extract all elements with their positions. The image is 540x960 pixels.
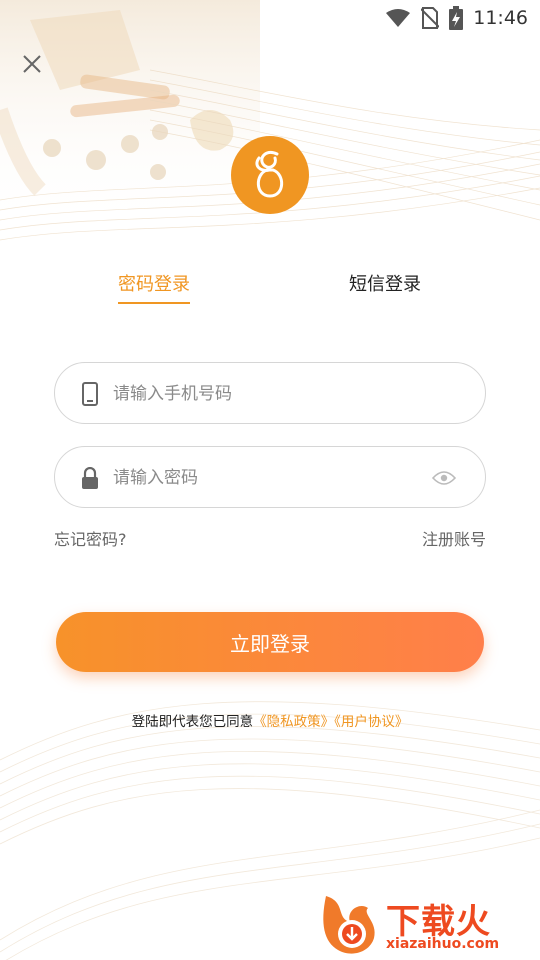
app-logo [231, 136, 309, 214]
login-tabs: 密码登录 短信登录 [0, 270, 540, 310]
eye-icon[interactable] [431, 466, 457, 490]
status-time: 11:46 [473, 7, 528, 29]
app-logo-icon [255, 151, 284, 198]
agreement-text: 登陆即代表您已同意《隐私政策》《用户协议》 [0, 710, 540, 730]
user-agreement-link[interactable]: 《用户协议》 [334, 714, 408, 730]
battery-charging-icon [449, 6, 464, 30]
watermark-site: xiazaihuo.com [386, 936, 500, 952]
agreement-prefix: 登陆即代表您已同意 [131, 714, 254, 730]
close-button[interactable] [14, 46, 50, 82]
password-input[interactable] [111, 457, 435, 499]
wifi-icon [386, 9, 411, 27]
no-sim-icon [421, 7, 440, 29]
close-icon [23, 55, 41, 73]
watermark: 下载火 xiazaihuo.com [316, 888, 536, 958]
phone-icon [79, 382, 101, 406]
forgot-password-link[interactable]: 忘记密码? [54, 526, 127, 550]
login-screen: 11:46 密码登录 短信登录 请输入手机号码 忘记密码? 注册账号 立即登录 … [0, 0, 540, 960]
watermark-flame-icon [323, 896, 375, 954]
tab-sms-login[interactable]: 短信登录 [349, 270, 421, 296]
login-button[interactable]: 立即登录 [56, 612, 484, 672]
register-link[interactable]: 注册账号 [422, 526, 486, 550]
password-field [54, 446, 486, 508]
lock-icon [79, 466, 101, 490]
tab-password-login[interactable]: 密码登录 [118, 270, 190, 296]
status-bar: 11:46 [0, 0, 540, 36]
phone-field [54, 362, 486, 424]
privacy-policy-link[interactable]: 《隐私政策》 [253, 714, 334, 730]
active-tab-indicator [118, 302, 190, 304]
phone-input[interactable] [111, 373, 435, 415]
status-icons: 11:46 [385, 4, 528, 32]
